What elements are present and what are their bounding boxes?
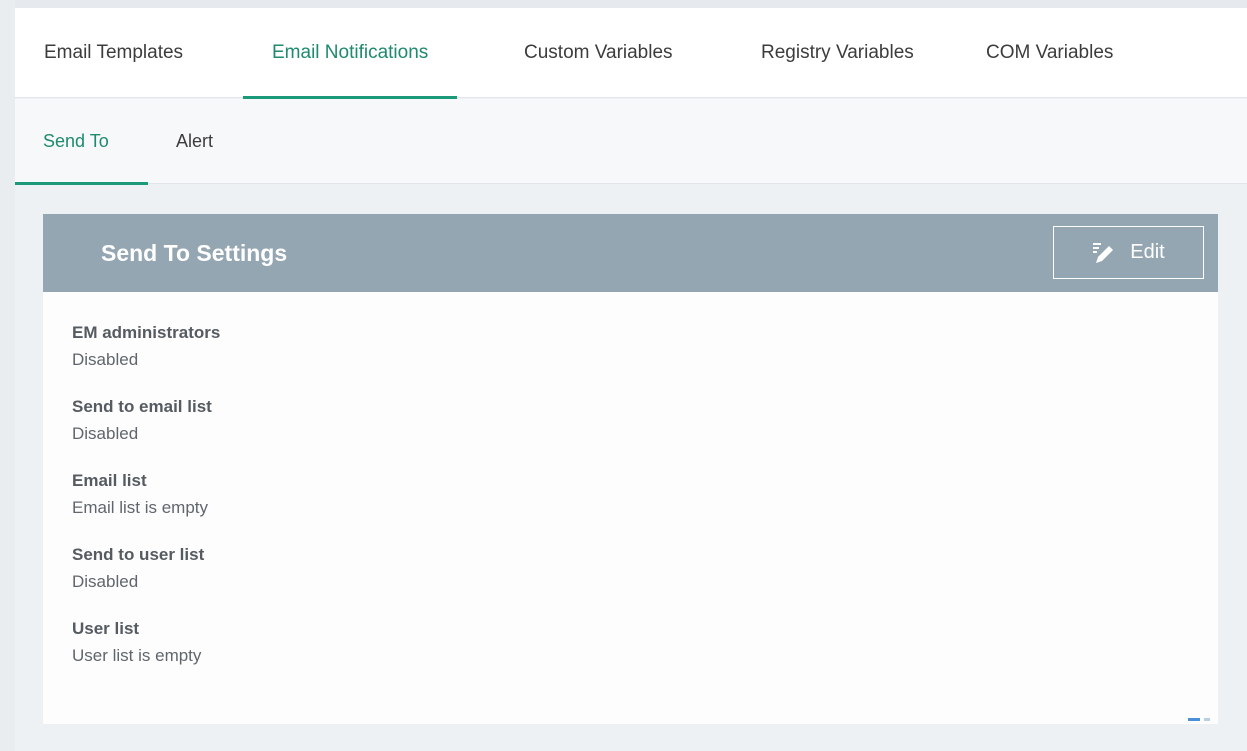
edit-button-label: Edit (1130, 241, 1165, 263)
scroll-indicator (1188, 718, 1200, 721)
left-border (0, 0, 15, 751)
settings-frame: Email Templates Email Notifications Cust… (0, 0, 1247, 751)
field-label: User list (72, 619, 140, 638)
subtab-send-to[interactable]: Send To (15, 99, 148, 185)
tab-custom-variables[interactable]: Custom Variables (495, 8, 702, 98)
field-label: Send to email list (72, 397, 212, 416)
field-email-list: Email list Email list is empty (72, 470, 220, 544)
scroll-indicator-secondary (1204, 718, 1210, 721)
field-value: Disabled (72, 424, 139, 443)
tab-email-templates[interactable]: Email Templates (15, 8, 212, 98)
top-border (0, 0, 1247, 8)
field-send-to-email-list: Send to email list Disabled (72, 396, 220, 470)
field-label: Email list (72, 471, 147, 490)
send-to-settings-panel: Send To Settings Edit EM administrators … (43, 214, 1218, 724)
field-value: Email list is empty (72, 498, 209, 517)
field-label: EM administrators (72, 323, 221, 342)
field-value: Disabled (72, 572, 139, 591)
field-value: User list is empty (72, 646, 202, 665)
edit-pencil-icon (1093, 242, 1114, 263)
subtab-alert[interactable]: Alert (148, 99, 241, 184)
panel-title: Send To Settings (101, 239, 288, 266)
field-send-to-user-list: Send to user list Disabled (72, 544, 220, 618)
field-value: Disabled (72, 350, 139, 369)
settings-fields: EM administrators Disabled Send to email… (72, 322, 220, 692)
field-user-list: User list User list is empty (72, 618, 220, 692)
main-tab-bar: Email Templates Email Notifications Cust… (15, 8, 1247, 100)
sub-tab-bar: Send To Alert (15, 99, 1247, 185)
edit-button[interactable]: Edit (1053, 226, 1204, 279)
panel-header: Send To Settings Edit (43, 214, 1218, 292)
tab-com-variables[interactable]: COM Variables (957, 8, 1142, 98)
field-em-administrators: EM administrators Disabled (72, 322, 220, 396)
field-label: Send to user list (72, 545, 205, 564)
tab-email-notifications[interactable]: Email Notifications (243, 8, 458, 100)
tab-registry-variables[interactable]: Registry Variables (732, 8, 943, 98)
